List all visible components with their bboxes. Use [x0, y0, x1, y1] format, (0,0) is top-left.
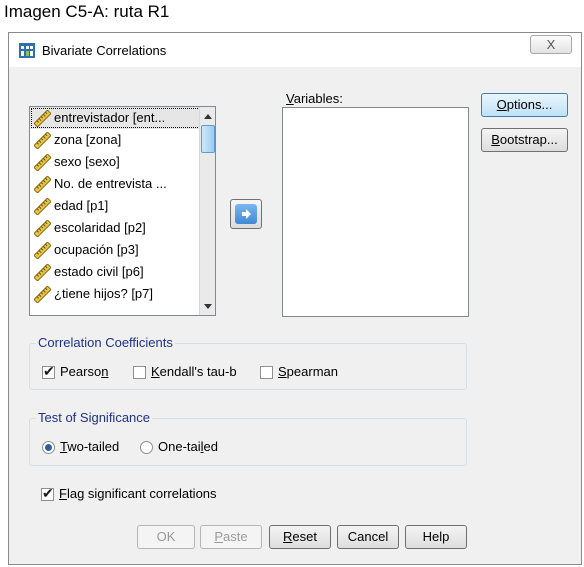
pearson-label[interactable]: Pearson — [60, 364, 108, 379]
source-list-item-label: No. de entrevista ... — [54, 176, 167, 191]
test-of-significance-title: Test of Significance — [36, 410, 153, 425]
checkmark-icon: ✔ — [42, 485, 54, 501]
correlation-coefficients-group: Correlation Coefficients ✔ Pearson Kenda… — [29, 335, 467, 390]
source-variable-list[interactable]: entrevistador [ent... zona [zona] sexo [se… — [29, 106, 216, 316]
source-list-item-label: estado civil [p6] — [54, 264, 144, 279]
ruler-icon — [33, 285, 52, 304]
source-list-item-label: zona [zona] — [54, 132, 122, 147]
options-button[interactable]: Options... — [481, 93, 568, 117]
source-list-item[interactable]: estado civil [p6] — [30, 261, 215, 283]
source-list-item[interactable]: ocupación [p3] — [30, 239, 215, 261]
checkmark-icon: ✔ — [43, 363, 55, 379]
radio-selected-icon — [45, 444, 52, 451]
spearman-checkbox[interactable] — [260, 366, 273, 379]
close-button[interactable]: X — [530, 35, 572, 54]
one-tailed-radio[interactable] — [140, 441, 153, 454]
correlation-coefficients-title: Correlation Coefficients — [36, 335, 175, 350]
pearson-checkbox[interactable]: ✔ — [42, 363, 55, 379]
source-list-item[interactable]: escolaridad [p2] — [30, 217, 215, 239]
scroll-thumb[interactable] — [201, 125, 215, 153]
right-arrow-icon — [235, 204, 257, 224]
ruler-icon — [33, 263, 52, 282]
paste-button[interactable]: Paste — [200, 525, 262, 549]
source-list-item-label: entrevistador [ent... — [54, 110, 166, 125]
bootstrap-button[interactable]: Bootstrap... — [481, 128, 568, 152]
ok-button[interactable]: OK — [137, 525, 195, 549]
test-of-significance-group: Test of Significance Two-tailed One-tail… — [29, 410, 467, 466]
image-caption: Imagen C5-A: ruta R1 — [4, 2, 170, 21]
close-icon: X — [546, 37, 556, 52]
source-list-item[interactable]: edad [p1] — [30, 195, 215, 217]
variables-label: Variables: — [286, 91, 343, 106]
reset-button[interactable]: Reset — [269, 525, 331, 549]
ruler-icon — [33, 219, 52, 238]
source-list-item-label: escolaridad [p2] — [54, 220, 146, 235]
two-tailed-label[interactable]: Two-tailed — [60, 439, 119, 454]
two-tailed-radio[interactable] — [42, 441, 55, 454]
help-button[interactable]: Help — [405, 525, 467, 549]
ruler-icon — [33, 131, 52, 150]
spearman-label[interactable]: Spearman — [278, 364, 338, 379]
source-list-item-label: edad [p1] — [54, 198, 109, 213]
variables-list[interactable] — [282, 107, 469, 317]
flag-significant-label[interactable]: Flag significant correlations — [59, 486, 217, 501]
kendall-label[interactable]: Kendall's tau-b — [151, 364, 237, 379]
source-list-item[interactable]: zona [zona] — [30, 129, 215, 151]
scroll-down-icon[interactable] — [201, 298, 215, 314]
source-list-item-label: ¿tiene hijos? [p7] — [54, 286, 154, 301]
source-list-item[interactable]: sexo [sexo] — [30, 151, 215, 173]
bivariate-correlations-dialog: Bivariate Correlations X entrevistador [… — [8, 32, 582, 565]
ruler-icon — [33, 241, 52, 260]
vertical-scrollbar[interactable] — [199, 107, 215, 315]
title-bar: Bivariate Correlations X — [9, 33, 581, 67]
ruler-icon — [33, 109, 52, 128]
scroll-up-icon[interactable] — [201, 108, 215, 124]
source-list-item-label: sexo [sexo] — [54, 154, 120, 169]
window-title: Bivariate Correlations — [42, 43, 167, 58]
ruler-icon — [33, 197, 52, 216]
ruler-icon — [33, 175, 52, 194]
source-list-item[interactable]: No. de entrevista ... — [30, 173, 215, 195]
cancel-button[interactable]: Cancel — [337, 525, 399, 549]
flag-significant-checkbox[interactable]: ✔ — [41, 485, 54, 501]
spss-app-icon — [19, 43, 35, 58]
kendall-checkbox[interactable] — [133, 366, 146, 379]
one-tailed-label[interactable]: One-tailed — [158, 439, 218, 454]
source-list-item[interactable]: ¿tiene hijos? [p7] — [30, 283, 215, 305]
source-list-item[interactable]: entrevistador [ent... — [30, 107, 215, 129]
source-list-item-label: ocupación [p3] — [54, 242, 139, 257]
ruler-icon — [33, 153, 52, 172]
move-to-variables-button[interactable] — [230, 199, 262, 229]
